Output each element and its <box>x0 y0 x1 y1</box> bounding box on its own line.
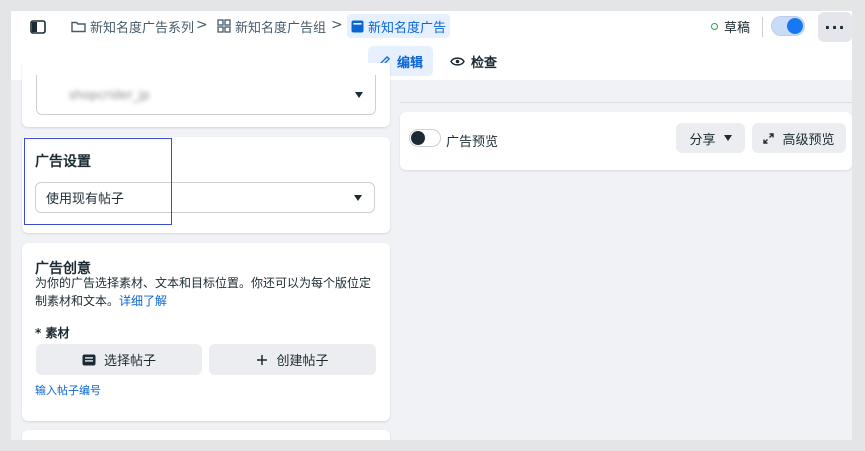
page-select-value: shopcrider_jp <box>69 87 150 102</box>
create-post-button[interactable]: 创建帖子 <box>209 344 376 375</box>
ads-manager-window: 新知名度广告系列 > 新知名度广告组 > 新知名度广告 草稿 ··· 编辑 检查… <box>11 11 852 440</box>
preview-header-strip <box>400 80 852 103</box>
tab-review[interactable]: 检查 <box>440 46 507 76</box>
learn-more-link[interactable]: 详细了解 <box>119 294 167 308</box>
breadcrumb-adset-label: 新知名度广告组 <box>235 20 327 36</box>
expand-icon <box>763 132 775 144</box>
folder-icon <box>71 21 86 32</box>
chevron-down-icon <box>723 135 732 141</box>
breadcrumb-separator: > <box>331 17 343 33</box>
more-icon: ··· <box>824 17 846 37</box>
plus-icon <box>257 354 268 365</box>
enter-post-id-link[interactable]: 输入帖子编号 <box>35 382 101 398</box>
breadcrumb-adset[interactable]: 新知名度广告组 <box>213 14 330 38</box>
post-list-icon <box>82 354 96 365</box>
tab-review-label: 检查 <box>471 55 498 71</box>
breadcrumb-separator: > <box>196 17 208 33</box>
ad-on-off-toggle[interactable] <box>771 16 805 36</box>
draft-status-label: 草稿 <box>724 21 751 36</box>
next-card <box>22 430 390 440</box>
ad-icon <box>351 20 364 32</box>
draft-status: 草稿 <box>711 17 750 36</box>
advanced-preview-label: 高级预览 <box>782 132 835 148</box>
panel-toggle-icon <box>30 20 46 34</box>
eye-icon <box>450 56 465 66</box>
select-post-button[interactable]: 选择帖子 <box>36 344 202 375</box>
select-post-label: 选择帖子 <box>103 354 156 369</box>
ad-preview-label: 广告预览 <box>446 135 499 150</box>
page-select[interactable]: shopcrider_jp <box>36 75 376 115</box>
top-bar: 新知名度广告系列 > 新知名度广告组 > 新知名度广告 草稿 ··· <box>11 11 852 42</box>
tab-edit-label: 编辑 <box>397 55 424 71</box>
grid-icon <box>217 19 231 33</box>
advanced-preview-button[interactable]: 高级预览 <box>752 123 846 153</box>
toggle-knob <box>787 18 803 34</box>
ad-creative-description-text: 为你的广告选择素材、文本和目标位置。你还可以为每个版位定制素材和文本。 <box>35 276 372 308</box>
breadcrumb-ad[interactable]: 新知名度广告 <box>347 14 451 38</box>
chevron-down-icon <box>354 194 362 201</box>
draft-status-dot <box>711 23 718 30</box>
share-label: 分享 <box>689 132 716 148</box>
sidebar-toggle-button[interactable] <box>25 16 51 38</box>
identity-card: shopcrider_jp <box>22 63 390 127</box>
highlight-annotation-box <box>24 138 172 225</box>
ad-preview-card: 广告预览 分享 高级预览 <box>400 112 852 170</box>
share-button[interactable]: 分享 <box>676 123 745 153</box>
breadcrumb-campaign-label: 新知名度广告系列 <box>90 20 195 36</box>
breadcrumb-ad-label: 新知名度广告 <box>368 20 447 36</box>
create-post-label: 创建帖子 <box>276 354 329 369</box>
divider <box>762 17 763 37</box>
ad-preview-toggle[interactable] <box>409 129 441 147</box>
toggle-knob <box>411 131 425 145</box>
media-label: * 素材 <box>35 326 70 340</box>
more-options-button[interactable]: ··· <box>818 12 852 42</box>
breadcrumb-campaign[interactable]: 新知名度广告系列 <box>67 14 198 38</box>
ad-creative-description: 为你的广告选择素材、文本和目标位置。你还可以为每个版位定制素材和文本。详细了解 <box>35 274 375 310</box>
chevron-down-icon <box>355 91 363 98</box>
